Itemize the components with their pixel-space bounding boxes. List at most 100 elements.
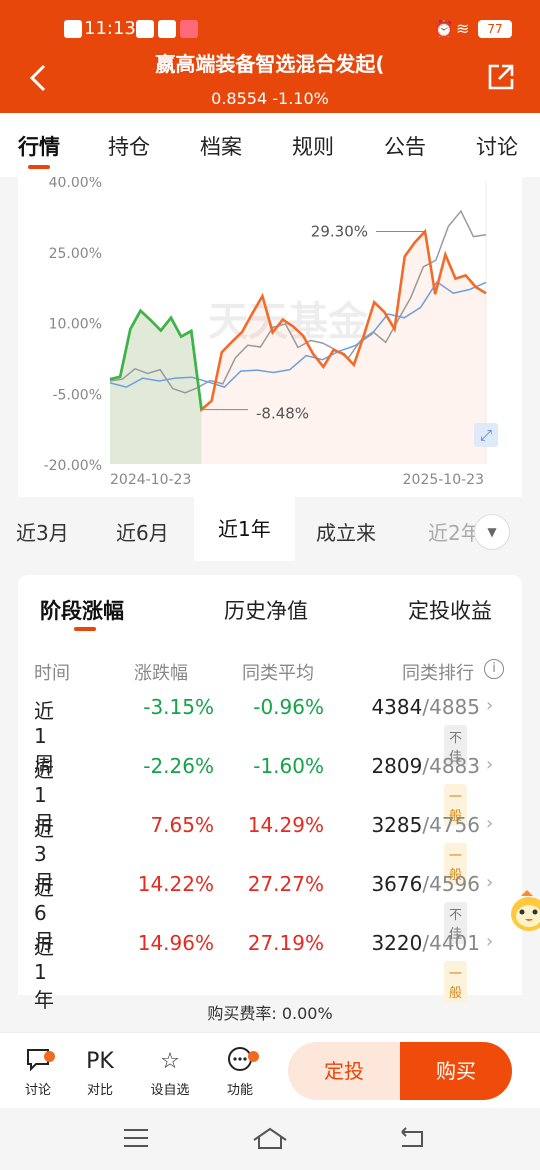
- header-average: 同类平均: [242, 663, 314, 684]
- status-bar: 11:13 ⏰ ≋ 77: [0, 14, 540, 46]
- returns-card: 阶段涨幅 历史净值 定投收益 时间 涨跌幅 同类平均 同类排行 i 近1周 -3.…: [18, 575, 522, 1012]
- row-rank: 3285/4756: [362, 813, 480, 837]
- app-icon: [180, 20, 198, 38]
- wifi-icon: ≋: [456, 19, 470, 38]
- period-since-inception[interactable]: 成立来: [316, 517, 376, 546]
- notification-icon: [64, 20, 82, 38]
- discuss-label: 讨论: [24, 1083, 51, 1098]
- back-arrow-icon[interactable]: [26, 62, 54, 94]
- tab-rules[interactable]: 规则: [292, 131, 334, 161]
- tab-nav-history[interactable]: 历史净值: [224, 595, 308, 625]
- nav-change: -1.10%: [272, 89, 329, 108]
- period-3m[interactable]: 近3月: [16, 517, 69, 546]
- chat-icon: [8, 1045, 68, 1079]
- buy-button[interactable]: 购买: [400, 1042, 512, 1100]
- nav-summary: 0.8554 -1.10%: [120, 89, 420, 108]
- row-average: 14.29%: [247, 813, 324, 837]
- performance-chart[interactable]: 40.00% 25.00% 10.00% -5.00% -20.00% 2024-10-2…: [18, 177, 522, 497]
- sip-button[interactable]: 定投: [288, 1042, 400, 1100]
- row-change: -2.26%: [143, 754, 214, 778]
- min-annotation: -8.48%: [256, 405, 309, 423]
- row-change: -3.15%: [143, 695, 214, 719]
- bottom-action-bar: 讨论 PK 对比 ☆ 设自选 功能 定投 购买: [0, 1032, 540, 1108]
- chevron-right-icon[interactable]: ›: [486, 872, 493, 893]
- main-tabs: 行情 持仓 档案 规则 公告 讨论: [0, 113, 540, 177]
- info-icon[interactable]: i: [484, 659, 504, 679]
- tab-discussion[interactable]: 讨论: [476, 131, 518, 161]
- tab-holdings[interactable]: 持仓: [108, 131, 150, 161]
- rank-value: 2809: [371, 754, 423, 778]
- row-average: -1.60%: [253, 754, 324, 778]
- app-icon: [136, 20, 154, 38]
- period-selector: 近3月 近6月 近1年 成立来 近2年: [0, 497, 540, 561]
- fund-detail-page: 11:13 ⏰ ≋ 77 嬴高端装备智选混合发起( 0.8554 -1.10% …: [0, 0, 540, 1170]
- y-tick-label: -5.00%: [52, 387, 102, 403]
- rank-value: 4384: [371, 695, 423, 719]
- notification-dot: [248, 1051, 259, 1062]
- header: 11:13 ⏰ ≋ 77 嬴高端装备智选混合发起( 0.8554 -1.10%: [0, 0, 540, 113]
- row-average: 27.27%: [247, 872, 324, 896]
- row-rank: 3676/4596: [362, 872, 480, 896]
- chevron-right-icon[interactable]: ›: [486, 754, 493, 775]
- row-change: 7.65%: [150, 813, 214, 837]
- row-average: 27.19%: [247, 931, 324, 955]
- rank-total: /4885: [422, 695, 480, 719]
- rank-value: 3676: [371, 872, 423, 896]
- more-icon: [210, 1045, 270, 1079]
- fullscreen-icon[interactable]: ⤢: [474, 423, 498, 447]
- status-time: 11:13: [84, 18, 136, 39]
- rank-total: /4401: [422, 931, 480, 955]
- rank-total: /4883: [422, 754, 480, 778]
- mascot-icon[interactable]: [507, 888, 540, 934]
- header-rank: 同类排行: [402, 663, 474, 684]
- pk-icon: PK: [86, 1049, 114, 1074]
- x-tick-label: 2025-10-23: [403, 472, 484, 488]
- chevron-right-icon[interactable]: ›: [486, 813, 493, 834]
- max-annotation: 29.30%: [311, 222, 368, 240]
- chevron-down-icon[interactable]: ▼: [474, 514, 510, 550]
- row-average: -0.96%: [253, 695, 324, 719]
- functions-label: 功能: [226, 1083, 253, 1098]
- share-icon[interactable]: [486, 62, 516, 92]
- header-period: 时间: [34, 663, 70, 684]
- y-tick-label: -20.00%: [44, 458, 102, 474]
- functions-button[interactable]: 功能: [210, 1045, 270, 1098]
- discuss-button[interactable]: 讨论: [8, 1045, 68, 1098]
- watchlist-label: 设自选: [150, 1083, 190, 1098]
- fund-title: 嬴高端装备智选混合发起(: [155, 52, 385, 76]
- y-tick-label: 10.00%: [49, 317, 102, 333]
- row-change: 14.96%: [137, 931, 214, 955]
- tab-sip-returns[interactable]: 定投收益: [408, 595, 492, 625]
- tab-profile[interactable]: 档案: [200, 131, 242, 161]
- tab-stage-returns[interactable]: 阶段涨幅: [40, 595, 124, 625]
- tab-notices[interactable]: 公告: [384, 131, 426, 161]
- home-icon[interactable]: [252, 1126, 288, 1150]
- rank-value: 3285: [371, 813, 423, 837]
- header-change: 涨跌幅: [134, 663, 188, 684]
- period-2y[interactable]: 近2年: [428, 517, 481, 546]
- x-tick-label: 2024-10-23: [110, 472, 191, 488]
- period-6m[interactable]: 近6月: [116, 517, 169, 546]
- nav-value: 0.8554: [211, 89, 268, 108]
- chart-svg: 40.00% 25.00% 10.00% -5.00% -20.00% 2024-10-2…: [44, 177, 487, 488]
- rating-badge: 一般: [444, 961, 468, 1003]
- tab-market[interactable]: 行情: [18, 131, 60, 161]
- add-watchlist-button[interactable]: ☆ 设自选: [140, 1045, 200, 1098]
- period-1y[interactable]: 近1年: [194, 497, 295, 561]
- compare-button[interactable]: PK 对比: [70, 1045, 130, 1098]
- purchase-fee: 购买费率: 0.00%: [207, 1004, 333, 1023]
- y-tick-label: 25.00%: [49, 246, 102, 262]
- rank-total: /4756: [422, 813, 480, 837]
- chevron-right-icon[interactable]: ›: [486, 695, 493, 716]
- chevron-right-icon[interactable]: ›: [486, 931, 493, 952]
- menu-icon[interactable]: [122, 1126, 150, 1150]
- row-change: 14.22%: [137, 872, 214, 896]
- tab-indicator: [28, 165, 50, 169]
- row-rank: 2809/4883: [362, 754, 480, 778]
- compare-label: 对比: [86, 1083, 113, 1098]
- back-icon[interactable]: [396, 1126, 426, 1150]
- notification-dot: [44, 1051, 55, 1062]
- rank-value: 3220: [371, 931, 423, 955]
- row-rank: 4384/4885: [362, 695, 480, 719]
- star-add-icon: ☆: [160, 1049, 180, 1074]
